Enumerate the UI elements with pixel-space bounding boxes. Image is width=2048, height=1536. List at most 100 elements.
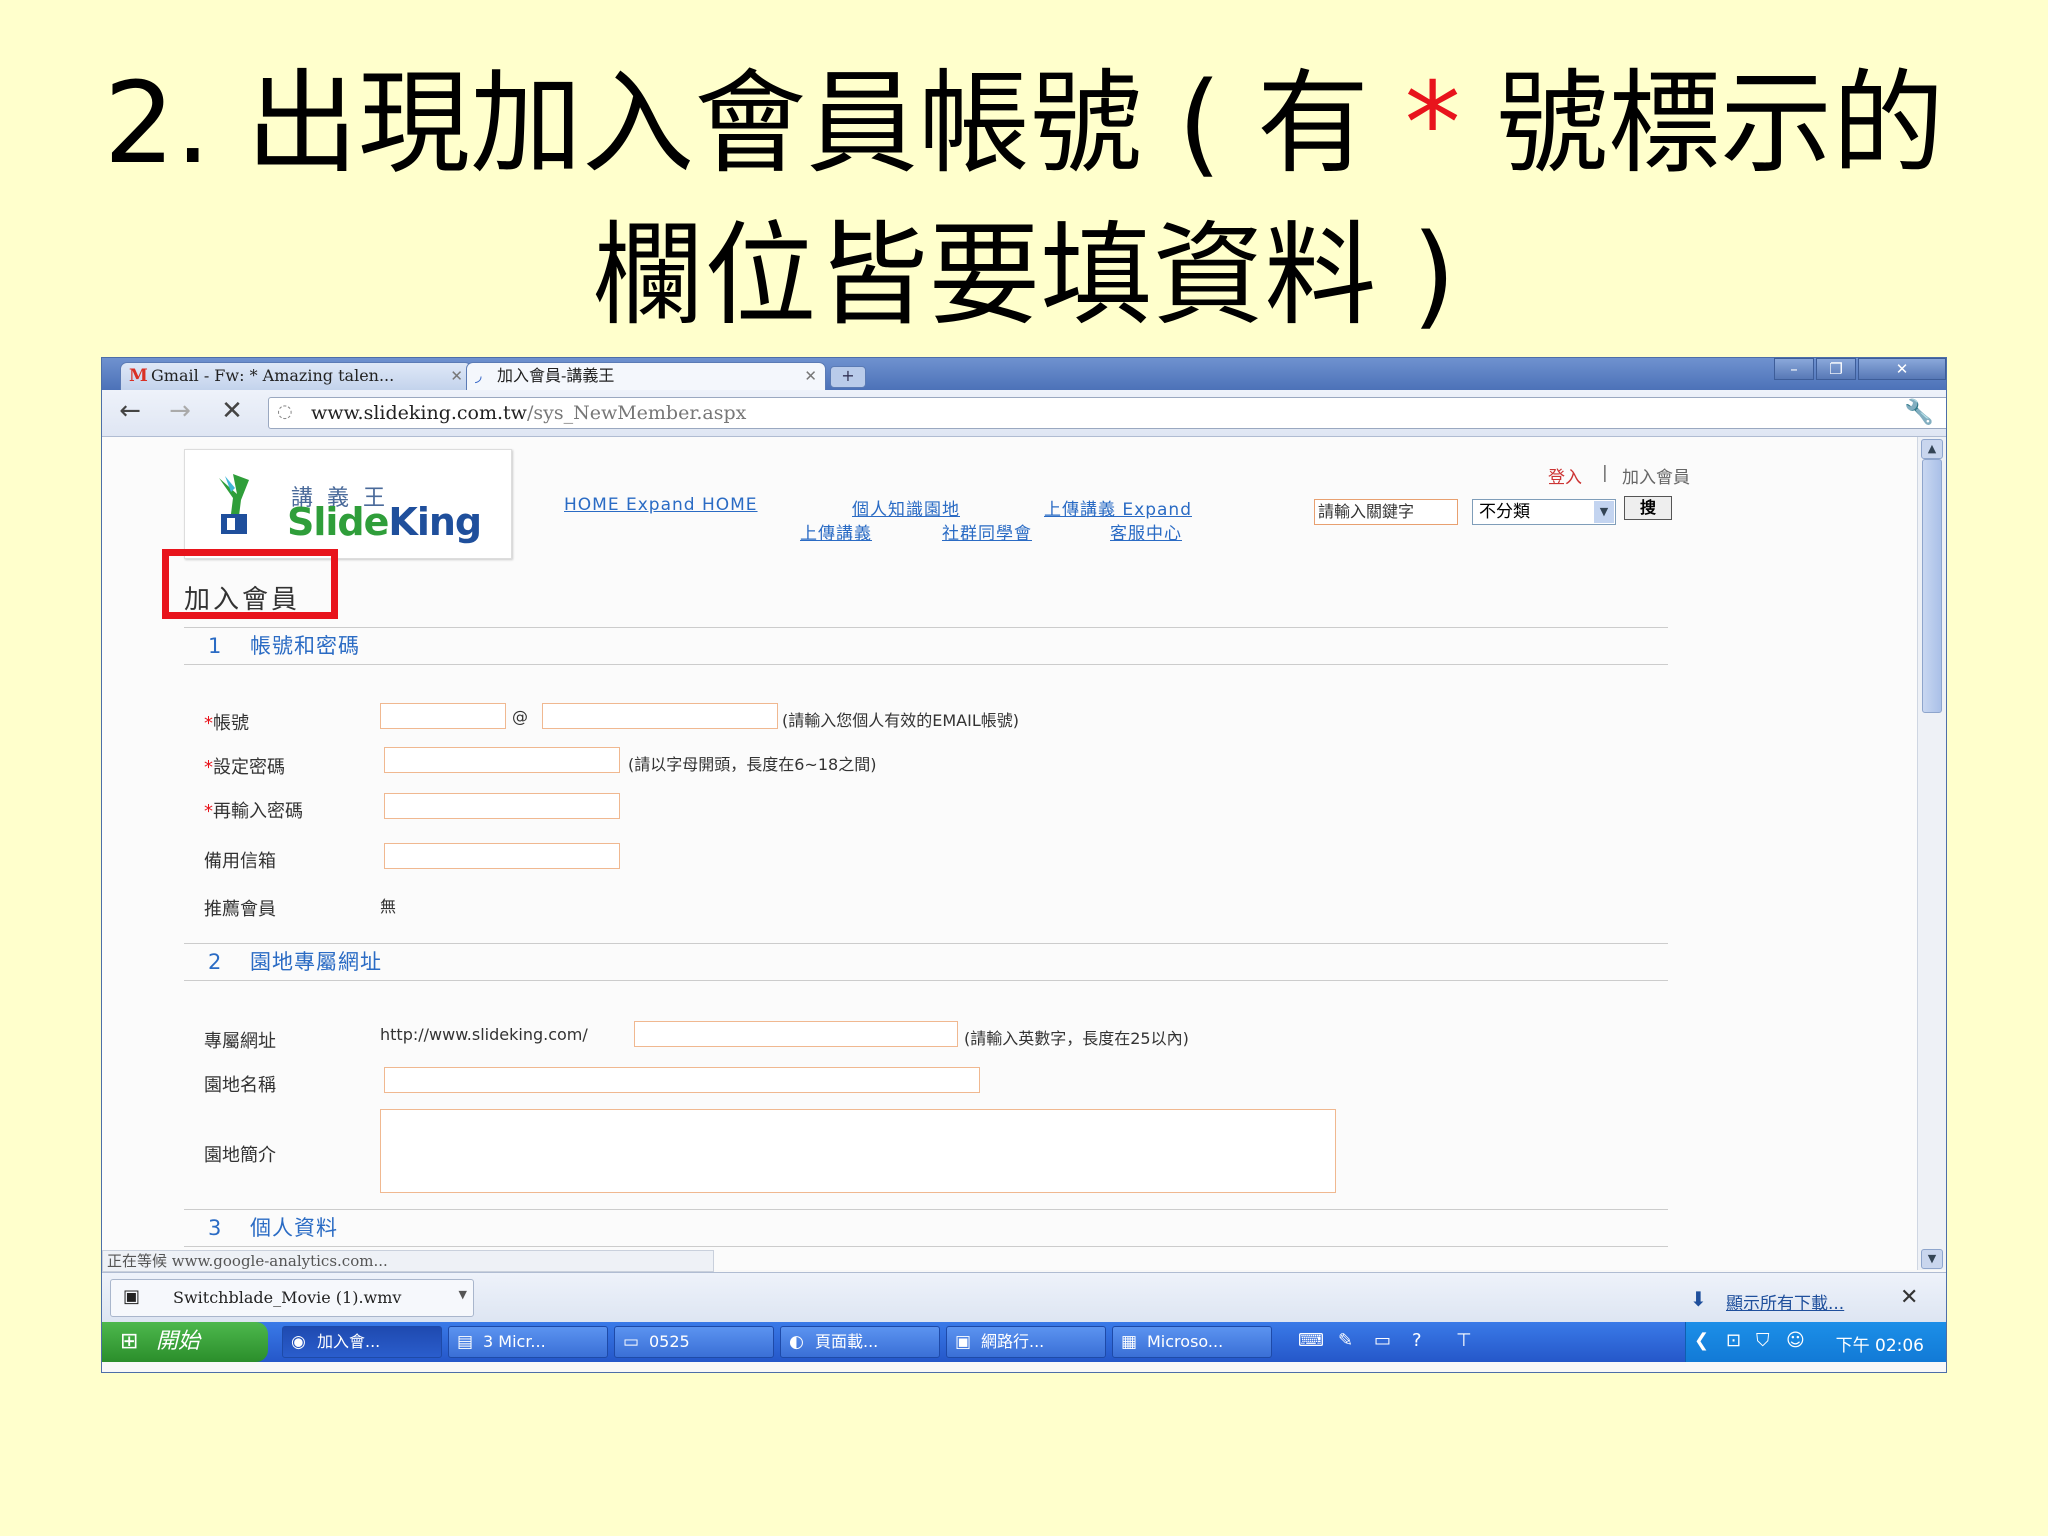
nav-home-link[interactable]: HOME Expand HOME	[564, 495, 758, 515]
close-icon[interactable]: ✕	[450, 363, 463, 389]
globe-icon: ◌	[277, 401, 293, 422]
folder-icon: ▭	[623, 1332, 640, 1352]
section-title: 帳號和密碼	[250, 634, 360, 658]
monitor-icon[interactable]: ▭	[1374, 1330, 1391, 1351]
help-icon[interactable]: ?	[1412, 1330, 1422, 1351]
site-url-input[interactable]	[634, 1021, 958, 1047]
taskbar-item-network[interactable]: ▣ 網路行...	[946, 1326, 1106, 1358]
top-link-separator: |	[1602, 463, 1608, 483]
network-icon[interactable]: ⊡	[1726, 1330, 1741, 1351]
section-header-account: 1 帳號和密碼	[184, 627, 1668, 665]
vertical-scrollbar[interactable]: ▲ ▼	[1917, 437, 1946, 1270]
restore-button[interactable]: ❐	[1816, 358, 1856, 380]
scroll-down-icon[interactable]: ▼	[1921, 1249, 1943, 1269]
close-icon[interactable]: ✕	[1900, 1285, 1918, 1310]
logo-english-name: SlideKing	[287, 500, 482, 544]
minimize-button[interactable]: –	[1774, 358, 1814, 380]
scroll-up-icon[interactable]: ▲	[1921, 439, 1943, 459]
taskbar-item-label: 網路行...	[981, 1332, 1045, 1351]
chevron-left-icon[interactable]: ❮	[1694, 1330, 1709, 1351]
account-domain-input[interactable]	[542, 703, 778, 729]
firefox-icon: ◐	[789, 1332, 804, 1352]
section-header-site-url: 2 園地專屬網址	[184, 943, 1668, 981]
nav-community-link[interactable]: 社群同學會	[942, 519, 1032, 544]
password-input[interactable]	[384, 747, 620, 773]
taskbar-item-firefox[interactable]: ◐ 頁面載...	[780, 1326, 940, 1358]
chrome-icon: ◉	[291, 1332, 306, 1352]
url-text: www.slideking.com.tw/sys_NewMember.aspx	[311, 402, 746, 424]
tab-join-member[interactable]: ◞ 加入會員-講義王 ✕	[466, 362, 826, 390]
slide-title-line-1: 2. 出現加入會員帳號 ( 有 * 號標示的	[0, 48, 2048, 200]
shield-icon[interactable]: ⛉	[1756, 1330, 1770, 1351]
category-select[interactable]: 不分類 ▼	[1472, 499, 1616, 525]
tab-gmail[interactable]: M Gmail - Fw: * Amazing talen... ✕	[120, 362, 472, 390]
taskbar-item-label: 3 Micr...	[483, 1332, 546, 1351]
site-url-label: 專屬網址	[204, 1031, 276, 1052]
backup-email-label: 備用信箱	[204, 851, 276, 872]
site-name-input[interactable]	[384, 1067, 980, 1093]
site-url-prefix: http://www.slideking.com/	[380, 1025, 588, 1044]
url-host: www.slideking.com.tw	[311, 402, 527, 424]
logo-king: King	[388, 500, 482, 544]
close-icon[interactable]: ✕	[804, 363, 817, 389]
nav-support-link[interactable]: 客服中心	[1110, 519, 1182, 544]
site-intro-label: 園地簡介	[204, 1145, 276, 1166]
close-window-button[interactable]: ✕	[1858, 358, 1946, 380]
stop-icon[interactable]: ✕	[216, 396, 248, 426]
start-label: 開始	[156, 1329, 201, 1354]
at-sign: @	[512, 707, 528, 726]
site-name-label: 園地名稱	[204, 1075, 276, 1096]
chevron-down-icon: ▼	[1594, 501, 1614, 523]
nav-upload-link[interactable]: 上傳講義	[800, 519, 872, 544]
chevron-down-icon[interactable]: ▼	[459, 1288, 467, 1301]
pin-icon[interactable]: ⊤	[1456, 1330, 1472, 1351]
nav-upload-expand-link[interactable]: 上傳講義 Expand	[1044, 495, 1192, 520]
clock: 下午 02:06	[1835, 1336, 1924, 1356]
taskbar-item-powerpoint[interactable]: ▦ Microso...	[1112, 1326, 1272, 1358]
site-intro-textarea[interactable]	[380, 1109, 1336, 1193]
wrench-icon[interactable]: 🔧	[1904, 398, 1934, 426]
tab-label: 加入會員-講義王	[497, 366, 615, 385]
taskbar-item-label: 0525	[649, 1332, 690, 1351]
keyword-search-input[interactable]: 請輸入關鍵字	[1314, 499, 1458, 525]
pen-icon[interactable]: ✎	[1338, 1330, 1353, 1351]
account-username-input[interactable]	[380, 703, 506, 729]
logo-mark-icon	[219, 474, 249, 534]
taskbar-item-folder[interactable]: ▭ 0525	[614, 1326, 774, 1358]
slide-title-line-2: 欄位皆要填資料 )	[592, 211, 1456, 341]
status-bar: 正在等候 www.google-analytics.com...	[102, 1250, 714, 1272]
section-title: 園地專屬網址	[250, 950, 382, 974]
category-select-value: 不分類	[1479, 502, 1530, 522]
site-logo[interactable]: 講義王 SlideKing	[184, 449, 512, 559]
downloads-bar: ▣ Switchblade_Movie (1).wmv ▼ ⬇ 顯示所有下載..…	[102, 1272, 1946, 1323]
download-filename: Switchblade_Movie (1).wmv	[173, 1288, 402, 1307]
address-bar[interactable]: ◌ www.slideking.com.tw/sys_NewMember.asp…	[268, 397, 1946, 429]
taskbar-item-excel[interactable]: ▤ 3 Micr...	[448, 1326, 608, 1358]
keyboard-icon[interactable]: ⌨	[1298, 1330, 1324, 1351]
taskbar-item-chrome[interactable]: ◉ 加入會...	[282, 1326, 442, 1358]
back-icon[interactable]: ←	[114, 396, 146, 426]
join-member-link[interactable]: 加入會員	[1622, 463, 1690, 488]
scroll-thumb[interactable]	[1922, 459, 1942, 713]
confirm-password-input[interactable]	[384, 793, 620, 819]
browser-toolbar: ← → ✕ ◌ www.slideking.com.tw/sys_NewMemb…	[102, 390, 1946, 437]
show-all-downloads-link[interactable]: 顯示所有下載...	[1726, 1289, 1844, 1314]
start-button[interactable]: ⊞ 開始	[102, 1322, 268, 1362]
highlight-box	[162, 549, 338, 619]
download-item[interactable]: ▣ Switchblade_Movie (1).wmv ▼	[110, 1279, 474, 1317]
browser-screenshot: M Gmail - Fw: * Amazing talen... ✕ ◞ 加入會…	[102, 358, 1946, 1372]
windows-logo-icon: ⊞	[120, 1329, 139, 1354]
forward-icon[interactable]: →	[164, 396, 196, 426]
password-hint: (請以字母開頭，長度在6~18之間)	[628, 755, 877, 774]
tab-label: Gmail - Fw: * Amazing talen...	[151, 366, 395, 385]
taskbar-item-label: 頁面載...	[815, 1332, 879, 1351]
powerpoint-icon: ▦	[1121, 1332, 1138, 1352]
nav-personal-garden-link[interactable]: 個人知識園地	[852, 495, 960, 520]
gmail-icon: M	[129, 366, 148, 386]
required-mark: *	[204, 801, 213, 822]
search-button[interactable]: 搜	[1624, 496, 1672, 520]
people-icon[interactable]: ☺	[1786, 1330, 1805, 1351]
new-tab-button[interactable]: +	[830, 366, 866, 388]
login-link[interactable]: 登入	[1548, 463, 1582, 488]
backup-email-input[interactable]	[384, 843, 620, 869]
